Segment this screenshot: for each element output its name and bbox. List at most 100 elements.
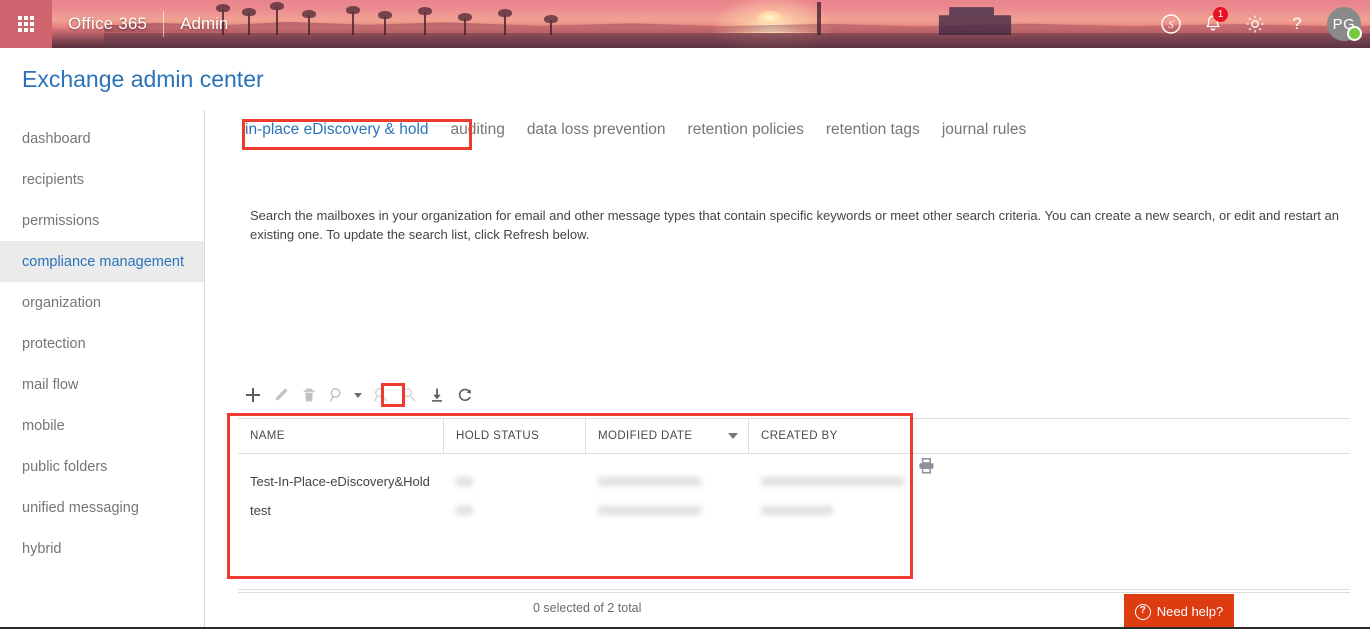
- palm-tree: [418, 7, 432, 35]
- redacted-value: [456, 477, 473, 486]
- sidebar-item-label: dashboard: [22, 130, 91, 147]
- cell-modified-date: [586, 496, 749, 525]
- status-bar-divider: [238, 592, 1350, 593]
- chevron-down-icon[interactable]: [353, 383, 363, 407]
- tab-journal-rules[interactable]: journal rules: [942, 121, 1026, 139]
- sidebar-item-label: unified messaging: [22, 499, 139, 516]
- palm-tree: [270, 2, 284, 35]
- notifications-icon[interactable]: 1: [1192, 0, 1234, 48]
- palm-tree: [498, 9, 512, 35]
- page-description: Search the mailboxes in your organizatio…: [250, 208, 1339, 242]
- redacted-value: [761, 477, 904, 486]
- cell-created-by: [749, 496, 912, 525]
- column-header-label: NAME: [250, 430, 285, 442]
- search-magnifier-icon[interactable]: [325, 383, 349, 407]
- cell-created-by: [749, 467, 912, 496]
- column-header-label: MODIFIED DATE: [598, 430, 693, 442]
- search-estimate-icon[interactable]: [369, 383, 393, 407]
- sidebar-item-recipients[interactable]: recipients: [0, 159, 204, 200]
- cell-hold-status: [444, 467, 586, 496]
- sidebar-item-mail-flow[interactable]: mail flow: [0, 364, 204, 405]
- redacted-value: [761, 506, 833, 515]
- table-header-row: NAME HOLD STATUS MODIFIED DATE CREATED B…: [238, 418, 1350, 454]
- office365-suite-bar: Office 365 Admin S 1 ? PG: [0, 0, 1370, 48]
- table-row[interactable]: Test-In-Place-eDiscovery&Hold: [238, 467, 1350, 496]
- tab-in-place-ediscovery-and-hold[interactable]: in-place eDiscovery & hold: [245, 121, 429, 139]
- svg-text:S: S: [1168, 19, 1174, 31]
- lifeguard-tower: [938, 7, 1012, 35]
- need-help-label: Need help?: [1156, 604, 1224, 619]
- cell-modified-date: [586, 467, 749, 496]
- notification-count-badge: 1: [1213, 7, 1228, 22]
- refresh-icon[interactable]: [453, 383, 477, 407]
- export-download-icon[interactable]: [425, 383, 449, 407]
- column-header-modified-date[interactable]: MODIFIED DATE: [586, 419, 749, 453]
- sidebar-item-mobile[interactable]: mobile: [0, 405, 204, 446]
- edit-pencil-icon[interactable]: [269, 383, 293, 407]
- palm-tree: [458, 13, 472, 35]
- waffle-icon: [18, 16, 34, 32]
- app-name-label[interactable]: Admin: [180, 14, 228, 34]
- redacted-value: [456, 506, 473, 515]
- column-header-created-by[interactable]: CREATED BY: [749, 419, 912, 453]
- sun: [757, 11, 783, 25]
- column-header-name[interactable]: NAME: [238, 419, 444, 453]
- sidebar-item-label: mobile: [22, 417, 65, 434]
- printer-icon[interactable]: [918, 458, 935, 479]
- table-row[interactable]: test: [238, 496, 1350, 525]
- left-navigation: dashboard recipients permissions complia…: [0, 118, 204, 569]
- delete-trash-icon[interactable]: [297, 383, 321, 407]
- skype-icon[interactable]: S: [1150, 0, 1192, 48]
- sidebar-item-label: public folders: [22, 458, 108, 475]
- question-mark-icon: ?: [1134, 603, 1151, 620]
- pier-post: [817, 2, 821, 35]
- tab-auditing[interactable]: auditing: [451, 121, 505, 139]
- sidebar-item-dashboard[interactable]: dashboard: [0, 118, 204, 159]
- sidebar-item-label: protection: [22, 335, 86, 352]
- sidebar-item-compliance-management[interactable]: compliance management: [0, 241, 204, 282]
- sidebar-item-hybrid[interactable]: hybrid: [0, 528, 204, 569]
- table-bottom-rule: [238, 589, 1350, 590]
- redacted-value: [598, 477, 701, 486]
- sort-descending-icon: [728, 433, 738, 439]
- tab-retention-tags[interactable]: retention tags: [826, 121, 920, 139]
- column-header-spacer: [912, 419, 1350, 453]
- sidebar-item-protection[interactable]: protection: [0, 323, 204, 364]
- page-title: Exchange admin center: [22, 66, 264, 92]
- palm-tree: [302, 10, 316, 35]
- svg-text:?: ?: [1292, 14, 1301, 33]
- help-question-icon[interactable]: ?: [1276, 0, 1318, 48]
- sidebar-item-label: mail flow: [22, 376, 79, 393]
- column-header-hold-status[interactable]: HOLD STATUS: [444, 419, 586, 453]
- column-header-label: CREATED BY: [761, 430, 838, 442]
- search-preview-icon[interactable]: [397, 383, 421, 407]
- search-results-table: NAME HOLD STATUS MODIFIED DATE CREATED B…: [238, 418, 1350, 590]
- brand-divider: [163, 11, 165, 37]
- sidebar-item-unified-messaging[interactable]: unified messaging: [0, 487, 204, 528]
- sidebar-item-organization[interactable]: organization: [0, 282, 204, 323]
- settings-gear-icon[interactable]: [1234, 0, 1276, 48]
- sidebar-item-label: organization: [22, 294, 101, 311]
- office365-brand-link[interactable]: Office 365: [68, 14, 147, 34]
- need-help-button[interactable]: ? Need help?: [1124, 594, 1234, 629]
- sidebar-item-label: compliance management: [22, 253, 185, 270]
- sidebar-item-label: permissions: [22, 212, 100, 229]
- add-new-icon[interactable]: [241, 383, 265, 407]
- cell-name: Test-In-Place-eDiscovery&Hold: [250, 474, 430, 489]
- tab-retention-policies[interactable]: retention policies: [688, 121, 804, 139]
- app-launcher-button[interactable]: [0, 0, 52, 48]
- palm-tree: [544, 15, 558, 35]
- sidebar-item-public-folders[interactable]: public folders: [0, 446, 204, 487]
- user-account-button[interactable]: PG: [1318, 0, 1370, 48]
- selection-status-text: 0 selected of 2 total: [533, 601, 642, 615]
- cell-hold-status: [444, 496, 586, 525]
- suite-brand: Office 365 Admin: [52, 0, 228, 48]
- sidebar-item-label: hybrid: [22, 540, 62, 557]
- sidebar-item-permissions[interactable]: permissions: [0, 200, 204, 241]
- presence-indicator: [1347, 26, 1362, 41]
- command-toolbar: [241, 383, 481, 407]
- palm-tree: [346, 6, 360, 35]
- tab-data-loss-prevention[interactable]: data loss prevention: [527, 121, 666, 139]
- cell-name: test: [250, 503, 271, 518]
- redacted-value: [598, 506, 701, 515]
